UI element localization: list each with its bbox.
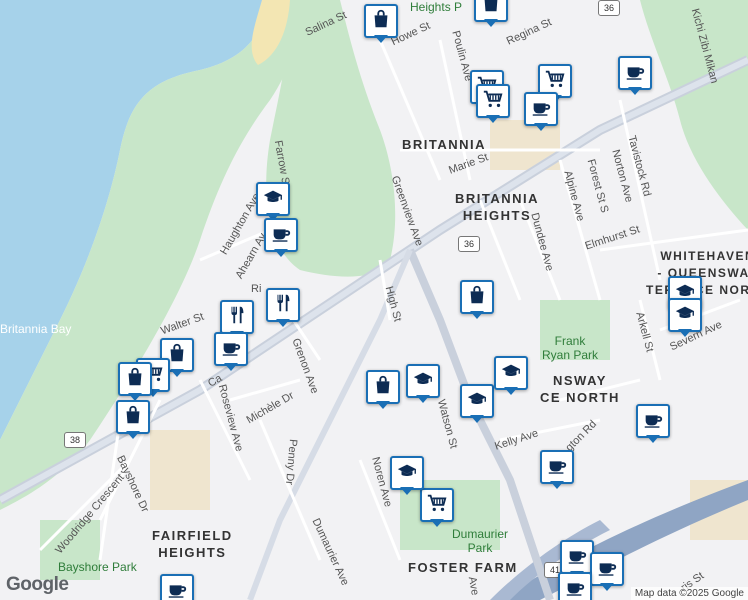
street-label: Ri [251, 283, 262, 295]
school-icon [674, 302, 696, 329]
restaurant-pin[interactable] [266, 288, 300, 328]
cart-icon [544, 68, 566, 95]
map-canvas[interactable]: BRITANNIA BRITANNIA HEIGHTS WHITEHAVEN -… [0, 0, 748, 600]
cafe-pin[interactable] [160, 574, 194, 600]
shop-icon [122, 404, 144, 431]
park-label-bayshore: Bayshore Park [58, 560, 137, 574]
route-shield-38: 38 [64, 432, 86, 448]
cart-pin[interactable] [476, 84, 510, 124]
cafe-pin[interactable] [636, 404, 670, 444]
park-label-frank-ryan: Frank Ryan Park [542, 334, 599, 362]
route-shield-36: 36 [458, 236, 480, 252]
restaurant-icon [226, 304, 248, 331]
cafe-pin[interactable] [558, 572, 592, 600]
shop-icon [480, 0, 502, 19]
area-label-foster-farm: FOSTER FARM [408, 560, 518, 575]
cafe-icon [624, 60, 646, 87]
cafe-icon [564, 576, 586, 600]
school-icon [412, 368, 434, 395]
shop-icon [124, 366, 146, 393]
school-pin[interactable] [668, 298, 702, 338]
cafe-icon [596, 556, 618, 583]
school-icon [500, 360, 522, 387]
school-icon [466, 388, 488, 415]
cafe-pin[interactable] [524, 92, 558, 132]
water-label-britannia-bay: Britannia Bay [0, 322, 72, 336]
cafe-pin[interactable] [618, 56, 652, 96]
shop-pin[interactable] [118, 362, 152, 402]
shop-pin[interactable] [474, 0, 508, 28]
school-pin[interactable] [460, 384, 494, 424]
park-label-dumaurier: Dumaurier Park [452, 527, 509, 555]
route-shield-36: 36 [598, 0, 620, 16]
cafe-pin[interactable] [264, 218, 298, 258]
school-icon [396, 460, 418, 487]
shop-pin[interactable] [460, 280, 494, 320]
area-label-heights-top: Heights P [410, 0, 463, 14]
area-label-fairfield: FAIRFIELD HEIGHTS [152, 528, 233, 560]
cafe-icon [530, 96, 552, 123]
school-pin[interactable] [390, 456, 424, 496]
school-pin[interactable] [256, 182, 290, 222]
shop-icon [372, 374, 394, 401]
restaurant-icon [272, 292, 294, 319]
cafe-pin[interactable] [214, 332, 248, 372]
shop-pin[interactable] [366, 370, 400, 410]
shop-pin[interactable] [364, 4, 398, 44]
school-pin[interactable] [494, 356, 528, 396]
area-label-britannia: BRITANNIA [402, 137, 487, 152]
map-attribution[interactable]: Map data ©2025 Google [630, 587, 748, 600]
shop-icon [370, 8, 392, 35]
school-pin[interactable] [406, 364, 440, 404]
shop-icon [466, 284, 488, 311]
cafe-icon [546, 454, 568, 481]
cafe-icon [566, 544, 588, 571]
cart-icon [426, 492, 448, 519]
area-label-britannia-heights: BRITANNIA HEIGHTS [455, 191, 540, 223]
cafe-pin[interactable] [540, 450, 574, 490]
cafe-icon [166, 578, 188, 600]
area-label-queensway-terrace: NSWAY CE NORTH [540, 373, 620, 405]
cart-icon [482, 88, 504, 115]
google-logo[interactable]: Google [6, 574, 69, 596]
cafe-icon [270, 222, 292, 249]
shop-pin[interactable] [116, 400, 150, 440]
school-icon [262, 186, 284, 213]
cart-pin[interactable] [420, 488, 454, 528]
cafe-icon [220, 336, 242, 363]
cafe-icon [642, 408, 664, 435]
cafe-pin[interactable] [590, 552, 624, 592]
